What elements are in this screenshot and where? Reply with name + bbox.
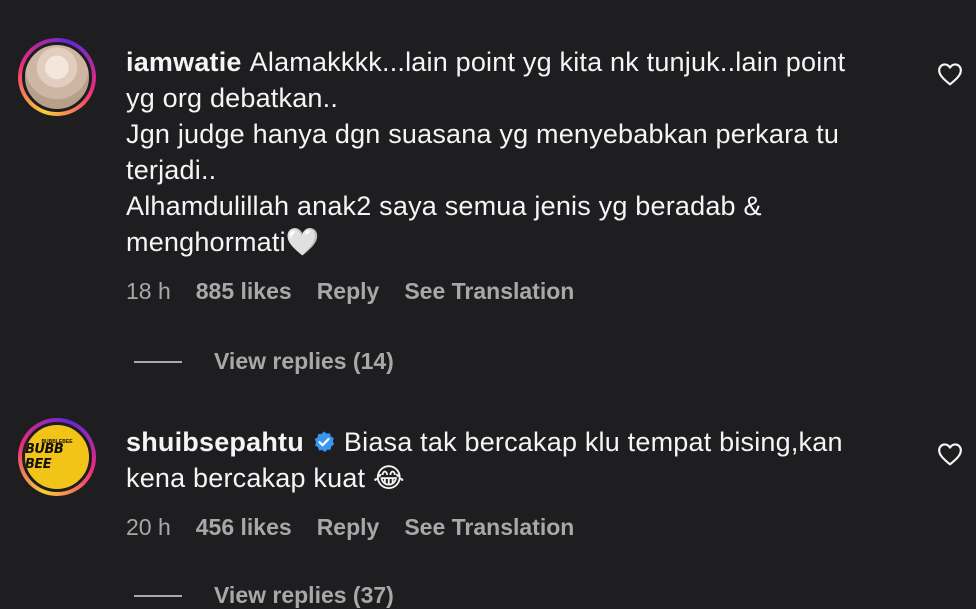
comment-text: iamwatie Alamakkkk...lain point yg kita n… xyxy=(126,44,896,260)
heart-outline-icon[interactable] xyxy=(937,442,963,466)
avatar[interactable]: BUBBLEBEE BUBB BEE xyxy=(18,418,96,496)
comment-line: Biasa tak bercakap klu tempat bising,kan xyxy=(343,427,843,457)
view-replies-label: View replies (14) xyxy=(214,348,394,374)
reply-button[interactable]: Reply xyxy=(317,278,380,305)
view-replies-button[interactable]: View replies (14) xyxy=(134,348,394,375)
comment-line: Jgn judge hanya dgn suasana yg menyebabk… xyxy=(126,119,840,149)
comment-line: terjadi.. xyxy=(126,155,217,185)
comment-text: shuibsepahtu Biasa tak bercakap klu temp… xyxy=(126,424,896,496)
heart-outline-icon[interactable] xyxy=(937,62,963,86)
replies-divider-line xyxy=(134,360,182,363)
username[interactable]: iamwatie xyxy=(126,47,242,77)
comment-line: Alhamdulillah anak2 saya semua jenis yg … xyxy=(126,191,762,221)
see-translation-button[interactable]: See Translation xyxy=(404,278,574,305)
laughing-tears-emoji: 😂 xyxy=(372,463,405,493)
comment-line: menghormati xyxy=(126,227,286,257)
likes-count[interactable]: 456 likes xyxy=(196,514,292,541)
comment-line: Alamakkkk...lain point yg kita nk tunjuk… xyxy=(249,47,846,77)
logo-text: BUBB BEE xyxy=(25,442,64,472)
replies-divider-line xyxy=(134,594,182,597)
reply-button[interactable]: Reply xyxy=(317,514,380,541)
see-translation-button[interactable]: See Translation xyxy=(404,514,574,541)
comment-meta: 18 h 885 likes Reply See Translation xyxy=(126,278,574,305)
avatar[interactable] xyxy=(18,38,96,116)
profile-photo xyxy=(22,42,92,112)
verified-badge-icon xyxy=(314,431,335,452)
logo-top-text: BUBBLEBEE xyxy=(41,439,73,445)
view-replies-button[interactable]: View replies (37) xyxy=(134,582,394,609)
timestamp[interactable]: 18 h xyxy=(126,278,171,305)
timestamp[interactable]: 20 h xyxy=(126,514,171,541)
view-replies-label: View replies (37) xyxy=(214,582,394,608)
comment-line: kena bercakap kuat xyxy=(126,463,366,493)
likes-count[interactable]: 885 likes xyxy=(196,278,292,305)
white-heart-emoji: 🤍 xyxy=(285,227,320,257)
comment-meta: 20 h 456 likes Reply See Translation xyxy=(126,514,574,541)
bubblebee-logo: BUBBLEBEE BUBB BEE xyxy=(22,422,92,492)
comment-line: yg org debatkan.. xyxy=(126,83,339,113)
username[interactable]: shuibsepahtu xyxy=(126,427,304,457)
